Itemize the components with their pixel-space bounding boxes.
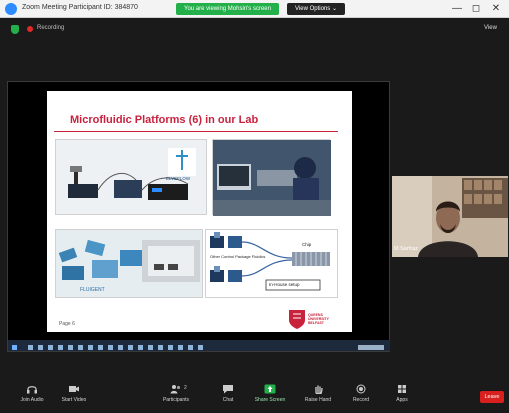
chat-label: Chat — [222, 397, 234, 403]
lab-bench-icon — [213, 140, 331, 216]
record-label: Record — [352, 397, 370, 403]
apps-label: Apps — [396, 397, 408, 403]
share-screen-icon — [264, 384, 276, 394]
university-logo-text: QUEENS UNIVERSITY BELFAST — [308, 313, 329, 325]
university-logo: QUEENS UNIVERSITY BELFAST — [287, 308, 339, 330]
share-screen-button[interactable]: Share Screen — [248, 384, 292, 403]
start-video-button[interactable]: Start Video — [52, 384, 96, 403]
record-icon — [356, 384, 366, 394]
screen-share-banner: You are viewing Mohsin's screen — [176, 3, 279, 15]
video-camera-icon — [69, 386, 79, 392]
view-button[interactable]: View — [484, 25, 497, 31]
window-title-bar: Zoom Meeting Participant ID: 384870 You … — [0, 0, 509, 18]
start-video-label: Start Video — [61, 397, 87, 403]
apps-icon — [398, 385, 406, 393]
slide-title: Microfluidic Platforms (6) in our Lab — [70, 114, 259, 126]
hand-icon — [315, 385, 323, 394]
slide-photo-lab — [212, 139, 331, 216]
chat-button[interactable]: Chat — [206, 384, 250, 403]
participants-count: 2 — [184, 385, 187, 391]
minimize-button[interactable]: — — [448, 2, 466, 16]
record-button[interactable]: Record — [339, 384, 383, 403]
window-title: Zoom Meeting Participant ID: 384870 — [22, 4, 138, 11]
slide-page-number: Page 6 — [59, 321, 75, 327]
share-screen-label: Share Screen — [254, 397, 286, 403]
fluigent-devices-icon — [58, 239, 200, 282]
join-audio-label: Join Audio — [20, 397, 44, 403]
shared-taskbar — [8, 340, 390, 351]
apps-button[interactable]: Apps — [380, 384, 424, 403]
elveflow-label: ELVEFLOW — [166, 176, 191, 181]
participant-video[interactable] — [392, 176, 508, 257]
slide-title-divider — [54, 131, 338, 132]
participants-label: Participants — [162, 397, 190, 403]
taskbar-icons — [12, 345, 384, 350]
control-package-label: Other Control Package Fluidics — [210, 254, 266, 259]
join-audio-button[interactable]: Join Audio — [10, 384, 54, 403]
chat-icon — [223, 385, 233, 394]
recording-label: Recording — [37, 25, 65, 31]
headphones-icon — [27, 386, 37, 394]
chip-label: Chip — [302, 242, 312, 247]
security-shield-icon[interactable] — [11, 25, 19, 34]
in-house-setup-label: In-House setup — [269, 282, 300, 287]
raise-hand-button[interactable]: Raise Hand — [296, 384, 340, 403]
microfluidic-schematic-icon — [210, 232, 330, 291]
fluigent-label: FLUIGENT — [80, 287, 105, 293]
meeting-info-bar — [0, 18, 509, 40]
slide-photo-fluigent: FLUIGENT — [55, 229, 203, 298]
maximize-button[interactable]: ◻ — [467, 2, 485, 16]
view-options-button[interactable]: View Options ⌄ — [287, 3, 345, 15]
recording-dot-icon — [27, 26, 33, 32]
raise-hand-label: Raise Hand — [304, 397, 332, 403]
participants-icon — [170, 385, 181, 394]
zoom-app-icon — [5, 3, 17, 15]
slide-photo-elveflow: ELVEFLOW — [55, 139, 207, 215]
close-button[interactable]: ✕ — [487, 2, 505, 16]
participant-video-frame — [392, 176, 508, 257]
slide-schematic: Chip Other Control Package Fluidics In-H… — [205, 229, 338, 298]
leave-meeting-button[interactable]: Leave — [480, 391, 504, 403]
participants-button[interactable]: 2 Participants — [154, 384, 198, 403]
participant-name: M.Sarfraz — [394, 246, 418, 252]
